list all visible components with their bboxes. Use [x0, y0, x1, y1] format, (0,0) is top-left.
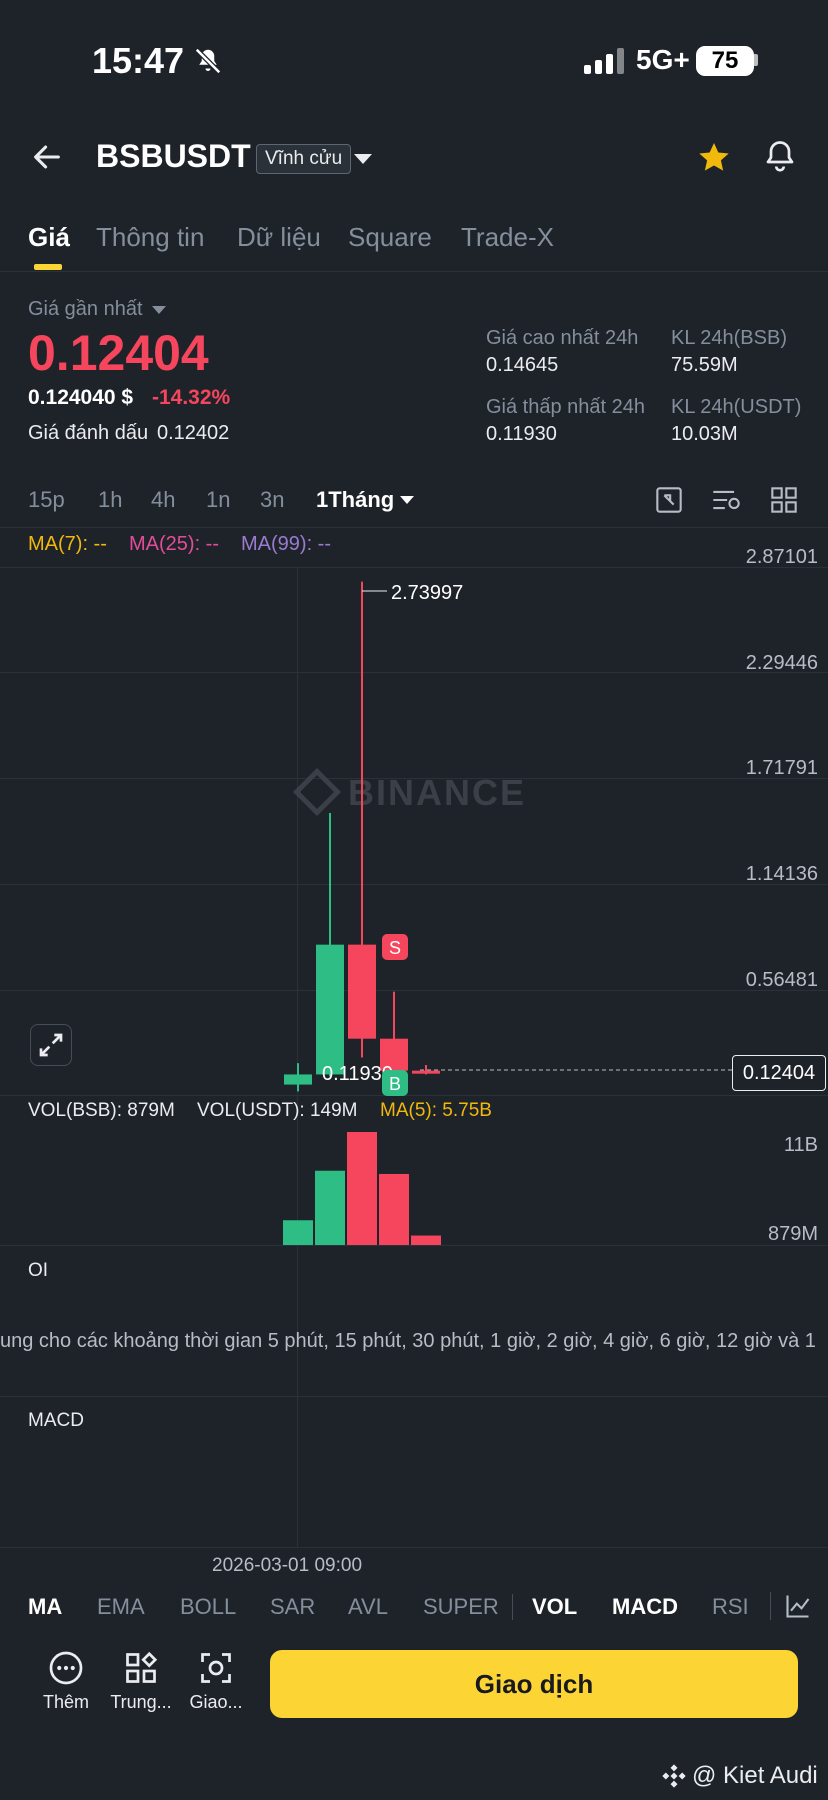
buy-marker-label: B — [389, 1074, 401, 1094]
time-axis-label: 2026-03-01 09:00 — [212, 1555, 363, 1576]
trade-tool-icon[interactable] — [198, 1650, 234, 1691]
indicator-macd[interactable]: MACD — [612, 1594, 678, 1620]
candle-body[interactable] — [284, 1074, 312, 1085]
credit-text: @ Kiet Audi — [692, 1762, 818, 1789]
vol-usdt-indicator: VOL(USDT): 149M — [197, 1100, 358, 1121]
volume-bar — [347, 1132, 377, 1245]
high-price-annotation: 2.73997 — [391, 582, 463, 604]
indicator-ema[interactable]: EMA — [97, 1594, 145, 1620]
more-icon[interactable] — [48, 1650, 84, 1691]
grid-line — [0, 1396, 828, 1397]
candle-body[interactable] — [316, 944, 344, 1075]
expand-chart-button[interactable] — [30, 1024, 72, 1066]
indicator-avl[interactable]: AVL — [348, 1594, 388, 1620]
volume-bar — [283, 1220, 313, 1245]
volume-axis-top: 11B — [783, 1134, 818, 1156]
center-icon[interactable] — [123, 1650, 159, 1691]
volume-bar — [315, 1170, 345, 1245]
volume-bar — [379, 1173, 409, 1245]
indicator-divider — [770, 1592, 771, 1620]
volume-axis-bottom: 879M — [767, 1223, 818, 1245]
current-price-tag: 0.12404 — [732, 1055, 826, 1091]
sell-marker-label: S — [389, 938, 401, 958]
volume-baseline — [0, 1245, 828, 1246]
center-label[interactable]: Trung... — [106, 1692, 176, 1713]
trade-button[interactable]: Giao dịch — [270, 1650, 798, 1718]
trade-short-label[interactable]: Giao... — [184, 1692, 248, 1713]
indicator-ma[interactable]: MA — [28, 1594, 62, 1620]
indicator-vol[interactable]: VOL — [532, 1594, 577, 1620]
binance-logo-icon — [660, 1762, 688, 1795]
oi-label: OI — [28, 1260, 49, 1281]
indicator-divider — [512, 1594, 513, 1620]
grid-line — [0, 1547, 828, 1548]
vol-bsb-indicator: VOL(BSB): 879M — [28, 1100, 175, 1121]
indicator-boll[interactable]: BOLL — [180, 1594, 236, 1620]
volume-bar — [411, 1235, 441, 1245]
candle-body[interactable] — [412, 1070, 440, 1074]
indicator-super[interactable]: SUPER — [423, 1594, 499, 1620]
macd-label: MACD — [28, 1410, 84, 1431]
indicator-settings-icon[interactable] — [784, 1592, 812, 1625]
oi-note: ung cho các khoảng thời gian 5 phút, 15 … — [0, 1330, 816, 1352]
more-label[interactable]: Thêm — [40, 1692, 92, 1713]
vol-ma5-indicator: MA(5): 5.75B — [380, 1100, 492, 1121]
candlestick-chart[interactable]: 2.73997 0.11930 S B — [0, 0, 828, 1260]
candle-body[interactable] — [348, 944, 376, 1039]
indicator-rsi[interactable]: RSI — [712, 1594, 749, 1620]
indicator-sar[interactable]: SAR — [270, 1594, 315, 1620]
